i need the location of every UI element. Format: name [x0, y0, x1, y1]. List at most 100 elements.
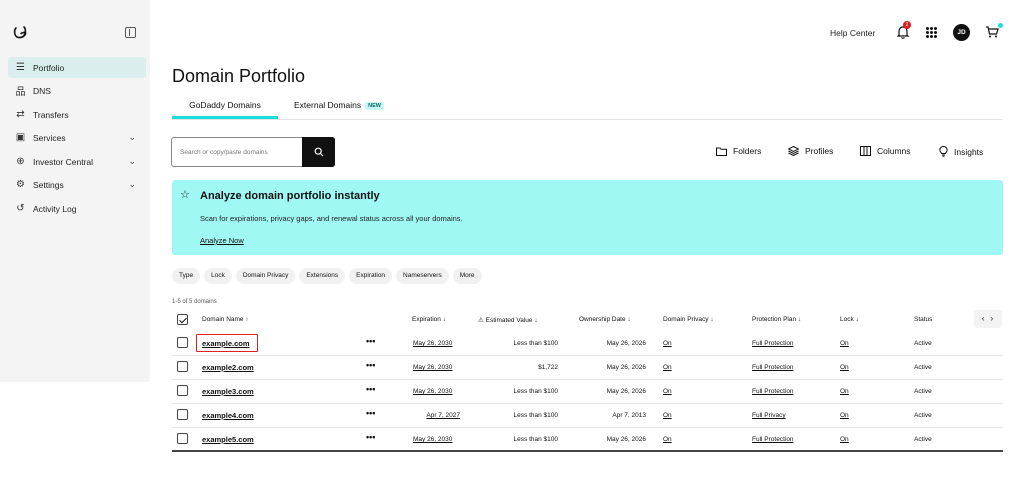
chevron-down-icon: ⌄ [128, 132, 136, 142]
help-center-link[interactable]: Help Center [830, 28, 875, 38]
search-input[interactable] [172, 138, 303, 166]
lock-link[interactable]: On [840, 436, 849, 443]
privacy-link[interactable]: On [663, 364, 672, 371]
domain-tabs: GoDaddy Domains External Domains NEW [172, 96, 1002, 120]
row-checkbox[interactable] [177, 433, 188, 444]
privacy-link[interactable]: On [663, 436, 672, 443]
profiles-button[interactable]: Profiles [788, 146, 833, 156]
sort-down-icon: ↓ [442, 316, 446, 323]
column-header-lock[interactable]: Lock ↓ [840, 316, 859, 323]
column-header-ownership-date[interactable]: Ownership Date ↓ [579, 316, 631, 323]
column-header-status[interactable]: Status [914, 316, 932, 323]
expiration-link[interactable]: Apr 7, 2027 [380, 412, 460, 419]
sort-down-icon: ↓ [855, 316, 859, 323]
protection-link[interactable]: Full Protection [752, 436, 794, 443]
privacy-link[interactable]: On [663, 340, 672, 347]
row-checkbox[interactable] [177, 337, 188, 348]
column-label: Lock [840, 316, 854, 323]
filter-chip-expiration[interactable]: Expiration [349, 268, 393, 284]
table-row[interactable]: example3.com ••• May 26, 2030 Less than … [172, 380, 1003, 404]
lock-link[interactable]: On [840, 412, 849, 419]
sidebar-item-dns[interactable]: 品 DNS [8, 80, 146, 101]
apps-grid-icon[interactable] [926, 27, 937, 38]
filter-chip-nameservers[interactable]: Nameservers [396, 268, 449, 284]
column-header-domain[interactable]: Domain Name ↑ [202, 316, 249, 323]
lock-link[interactable]: On [840, 340, 849, 347]
table-scroll-arrows[interactable]: ‹› [974, 310, 1002, 328]
estimated-value: Less than $100 [513, 388, 558, 395]
domain-link[interactable]: example.com [202, 339, 250, 348]
expiration-link[interactable]: May 26, 2030 [413, 340, 452, 347]
filter-chip-lock[interactable]: Lock [204, 268, 232, 284]
collapse-sidebar-icon[interactable] [125, 27, 136, 38]
briefcase-icon: ▣ [15, 132, 26, 143]
row-checkbox[interactable] [177, 409, 188, 420]
filter-chip-domain-privacy[interactable]: Domain Privacy [235, 268, 296, 284]
table-row[interactable]: example.com ••• May 26, 2030 Less than $… [172, 332, 1003, 356]
column-header-expiration[interactable]: Expiration ↓ [412, 316, 446, 323]
select-all-checkbox[interactable] [177, 314, 188, 325]
privacy-link[interactable]: On [663, 412, 672, 419]
filter-chip-type[interactable]: Type [172, 268, 201, 284]
godaddy-logo-icon[interactable] [13, 25, 27, 39]
expiration-link[interactable]: May 26, 2030 [413, 436, 452, 443]
column-label: Expiration [412, 316, 441, 323]
sidebar-item-portfolio[interactable]: ☰ Portfolio [8, 57, 146, 78]
tab-external-domains[interactable]: External Domains NEW [294, 100, 384, 110]
sidebar-item-transfers[interactable]: ⇄ Transfers [8, 104, 146, 125]
protection-link[interactable]: Full Protection [752, 364, 794, 371]
domain-link[interactable]: example5.com [202, 435, 254, 444]
chevron-right-icon[interactable]: › [991, 314, 1000, 323]
ownership-date: May 26, 2026 [606, 364, 646, 371]
search-button[interactable] [302, 137, 335, 167]
row-checkbox[interactable] [177, 385, 188, 396]
avatar[interactable]: JD [953, 24, 970, 41]
estimated-value: Less than $100 [513, 436, 558, 443]
column-header-estimated-value[interactable]: ⚠ Estimated Value ↓ [478, 316, 538, 324]
protection-link[interactable]: Full Protection [752, 388, 794, 395]
warning-icon: ⚠ [478, 317, 484, 324]
more-options-icon[interactable]: ••• [366, 432, 375, 442]
domain-link[interactable]: example4.com [202, 411, 254, 420]
more-options-icon[interactable]: ••• [366, 360, 375, 370]
table-row[interactable]: example5.com ••• May 26, 2030 Less than … [172, 428, 1003, 452]
column-label: Estimated Value [485, 317, 533, 324]
lock-link[interactable]: On [840, 388, 849, 395]
more-options-icon[interactable]: ••• [366, 408, 375, 418]
protection-link[interactable]: Full Privacy [752, 412, 786, 419]
privacy-link[interactable]: On [663, 388, 672, 395]
column-header-protection-plan[interactable]: Protection Plan ↓ [752, 316, 801, 323]
domain-link[interactable]: example2.com [202, 363, 254, 372]
protection-link[interactable]: Full Protection [752, 340, 794, 347]
more-options-icon[interactable]: ••• [366, 384, 375, 394]
columns-button[interactable]: Columns [860, 146, 911, 156]
sidebar-item-services[interactable]: ▣ Services ⌄ [8, 127, 146, 148]
analyze-now-link[interactable]: Analyze Now [200, 236, 244, 245]
more-options-icon[interactable]: ••• [366, 336, 375, 346]
insights-button[interactable]: Insights [939, 146, 983, 157]
row-checkbox[interactable] [177, 361, 188, 372]
table-row[interactable]: example4.com ••• Apr 7, 2027 Less than $… [172, 404, 1003, 428]
cart-icon[interactable] [985, 26, 999, 38]
sidebar-item-settings[interactable]: ⚙ Settings ⌄ [8, 174, 146, 195]
column-header-domain-privacy[interactable]: Domain Privacy ↓ [663, 316, 714, 323]
folders-label: Folders [733, 146, 762, 156]
filter-chip-more[interactable]: More [452, 268, 482, 284]
status-text: Active [914, 436, 932, 443]
expiration-link[interactable]: May 26, 2030 [413, 364, 452, 371]
sidebar: ☰ Portfolio 品 DNS ⇄ Transfers ▣ Services… [0, 0, 150, 382]
chevron-left-icon[interactable]: ‹ [982, 314, 991, 323]
table-row[interactable]: example2.com ••• May 26, 2030 $1,722 May… [172, 356, 1003, 380]
expiration-link[interactable]: May 26, 2030 [413, 388, 452, 395]
tab-godaddy-domains[interactable]: GoDaddy Domains [172, 100, 278, 110]
status-text: Active [914, 388, 932, 395]
estimated-value: Less than $100 [513, 340, 558, 347]
sidebar-item-label: Settings [33, 179, 64, 190]
ownership-date: Apr 7, 2013 [612, 412, 646, 419]
sidebar-item-investor-central[interactable]: ⊕ Investor Central ⌄ [8, 151, 146, 172]
filter-chip-extensions[interactable]: Extensions [299, 268, 346, 284]
lock-link[interactable]: On [840, 364, 849, 371]
domain-link[interactable]: example3.com [202, 387, 254, 396]
sidebar-item-activity-log[interactable]: ↺ Activity Log [8, 198, 146, 219]
folders-button[interactable]: Folders [716, 146, 761, 156]
